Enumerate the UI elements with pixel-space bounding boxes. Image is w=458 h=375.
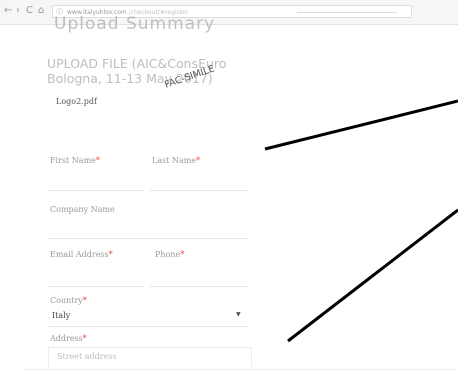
annotation-line-upper xyxy=(264,99,458,151)
annotation-line-lower xyxy=(287,208,458,343)
annotation-lines xyxy=(264,99,458,343)
